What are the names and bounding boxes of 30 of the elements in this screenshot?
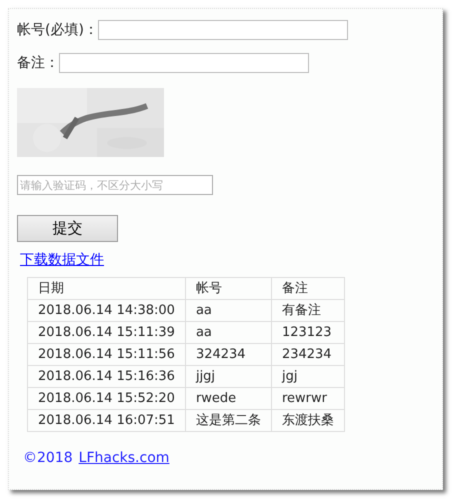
table-cell: jjgj <box>185 366 272 388</box>
table-cell: 这是第二条 <box>185 410 272 432</box>
table-cell: 324234 <box>185 344 272 366</box>
table-cell: 2018.06.14 15:11:56 <box>28 344 186 366</box>
table-cell: 2018.06.14 14:38:00 <box>28 300 186 322</box>
table-cell: 2018.06.14 15:11:39 <box>28 322 186 344</box>
column-header: 日期 <box>28 278 186 300</box>
copyright-text: ©2018 <box>23 449 73 468</box>
table-cell: 2018.06.14 15:16:36 <box>28 366 186 388</box>
table-cell: 2018.06.14 16:07:51 <box>28 410 186 432</box>
table-cell: 2018.06.14 15:52:20 <box>28 388 186 410</box>
column-header: 备注 <box>271 278 344 300</box>
text-field[interactable] <box>59 53 309 73</box>
table-cell: aa <box>185 300 272 322</box>
table-cell: rwede <box>185 388 272 410</box>
captcha-field[interactable]: 请输入验证码，不区分大小写 <box>17 175 213 195</box>
table-cell: aa <box>185 322 272 344</box>
field-label: 帐号(必填)： <box>17 20 98 40</box>
table-cell: 东渡扶桑 <box>271 410 344 432</box>
table-cell: 有备注 <box>271 300 344 322</box>
text-field[interactable] <box>98 20 348 40</box>
table-cell: rewrwr <box>271 388 344 410</box>
column-header: 帐号 <box>185 278 272 300</box>
table-cell: jgj <box>271 366 344 388</box>
footer-link[interactable]: LFhacks.com <box>78 448 170 469</box>
download-link[interactable]: 下载数据文件 <box>20 250 104 271</box>
field-label: 备注： <box>17 54 59 72</box>
submit-button[interactable]: 提交 <box>17 215 118 242</box>
table-cell: 234234 <box>271 344 344 366</box>
table-cell: 123123 <box>271 322 344 344</box>
